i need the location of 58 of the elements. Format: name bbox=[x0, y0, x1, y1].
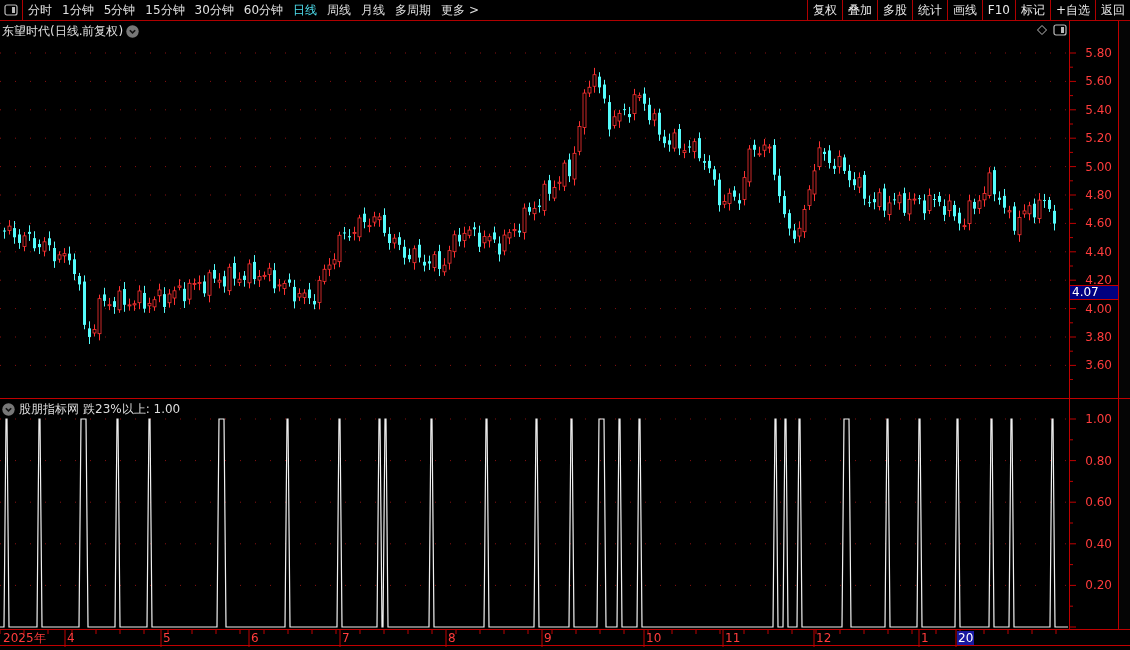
toolbar-button[interactable]: 返回 bbox=[1095, 0, 1130, 20]
period-tab[interactable]: 1分钟 bbox=[57, 0, 99, 20]
period-tab[interactable]: 分时 bbox=[23, 0, 57, 20]
indicator-tick-label: 0.80 bbox=[1085, 453, 1112, 468]
period-tab[interactable]: 周线 bbox=[322, 0, 357, 20]
price-tick-label: 5.00 bbox=[1085, 159, 1112, 174]
current-price-label: 4.07 bbox=[1070, 285, 1118, 300]
price-tick-label: 5.80 bbox=[1085, 46, 1112, 60]
price-tick-label: 4.40 bbox=[1085, 244, 1112, 259]
stock-title: 东望时代(日线.前复权) bbox=[2, 23, 124, 40]
date-label: 2025年 bbox=[2, 631, 47, 645]
period-tab[interactable]: 更多 > bbox=[436, 0, 484, 20]
toolbar-button[interactable]: 画线 bbox=[946, 0, 982, 20]
toolbar-button[interactable]: 标记 bbox=[1014, 0, 1050, 20]
toolbar-button[interactable]: +自选 bbox=[1049, 0, 1095, 20]
date-label: 7 bbox=[341, 631, 351, 645]
indicator-tick-label: 0.60 bbox=[1085, 495, 1112, 510]
date-label: 5 bbox=[162, 631, 172, 645]
period-tab[interactable]: 多周期 bbox=[390, 0, 437, 20]
period-tab[interactable]: 月线 bbox=[356, 0, 391, 20]
period-tab[interactable]: 日线 bbox=[288, 0, 323, 20]
price-tick-label: 4.60 bbox=[1085, 216, 1112, 231]
price-tick-label: 5.20 bbox=[1085, 131, 1112, 146]
indicator-title: 股朋指标网 bbox=[19, 401, 79, 418]
price-tick-label: 3.60 bbox=[1085, 358, 1112, 373]
toolbar-button[interactable]: 复权 bbox=[806, 0, 842, 20]
dropdown-icon[interactable] bbox=[2, 402, 15, 416]
date-label: 1 bbox=[920, 631, 930, 645]
toolbar-button[interactable]: 多股 bbox=[876, 0, 912, 20]
toolbar-button[interactable]: F10 bbox=[981, 0, 1015, 20]
date-label: 10 bbox=[645, 631, 663, 645]
toolbar-button[interactable]: 叠加 bbox=[841, 0, 877, 20]
period-tab[interactable]: 30分钟 bbox=[189, 0, 239, 20]
panel-toggle-icon[interactable] bbox=[4, 4, 18, 16]
date-label: 9 bbox=[543, 631, 553, 645]
price-tick-label: 4.80 bbox=[1085, 188, 1112, 202]
period-tab[interactable]: 5分钟 bbox=[98, 0, 141, 20]
price-tick-label: 4.20 bbox=[1085, 273, 1112, 288]
dropdown-icon[interactable] bbox=[126, 24, 140, 38]
date-label: 12 bbox=[815, 631, 833, 645]
price-tick-label: 5.60 bbox=[1085, 74, 1112, 89]
date-label: 20 bbox=[957, 631, 975, 645]
date-label: 11 bbox=[724, 631, 742, 645]
date-label: 6 bbox=[250, 631, 260, 645]
indicator-tick-label: 1.00 bbox=[1085, 412, 1112, 426]
period-tab[interactable]: 60分钟 bbox=[238, 0, 289, 20]
panel-toggle-icon[interactable] bbox=[1053, 24, 1067, 36]
indicator-value: 跌23%以上: 1.00 bbox=[83, 401, 181, 418]
diamond-icon[interactable] bbox=[1037, 25, 1047, 35]
price-tick-label: 4.00 bbox=[1085, 301, 1112, 316]
period-tab[interactable]: 15分钟 bbox=[140, 0, 190, 20]
indicator-tick-label: 0.40 bbox=[1085, 536, 1112, 551]
price-tick-label: 5.40 bbox=[1085, 102, 1112, 117]
date-label: 4 bbox=[66, 631, 76, 645]
date-label: 8 bbox=[447, 631, 457, 645]
toolbar-button[interactable]: 统计 bbox=[911, 0, 947, 20]
indicator-tick-label: 0.20 bbox=[1085, 578, 1112, 593]
price-tick-label: 3.80 bbox=[1085, 330, 1112, 344]
